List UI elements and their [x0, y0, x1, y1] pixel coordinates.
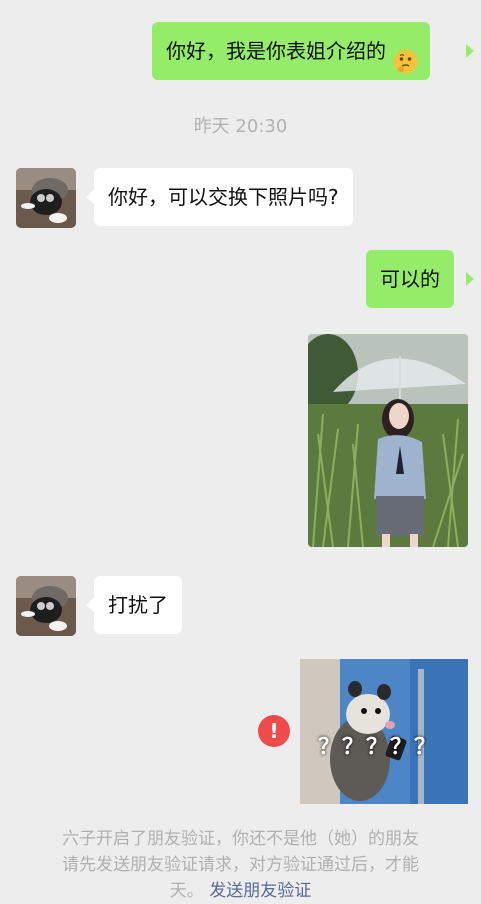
- friend-verification-notice: 六子开启了朋友验证，你还不是他（她）的朋友 请先发送朋友验证请求，对方验证通过后…: [0, 826, 481, 904]
- avatar[interactable]: [16, 576, 76, 636]
- bubble-tail: [466, 44, 474, 58]
- thinking-face-icon: [393, 38, 418, 74]
- message-text-disturb: 打扰了: [108, 593, 168, 617]
- timestamp: 昨天 20:30: [193, 116, 288, 137]
- avatar[interactable]: [16, 168, 76, 228]
- bubble-tail: [86, 190, 94, 204]
- notice-line-last: 天。 发送朋友验证: [0, 878, 481, 904]
- message-bubble-ask-photo[interactable]: 你好，可以交换下照片吗?: [94, 168, 353, 226]
- failed-send-mark: !: [269, 719, 279, 743]
- photo-message[interactable]: [308, 334, 468, 547]
- message-bubble-reply-ok[interactable]: 可以的: [366, 250, 454, 308]
- message-text-ask-photo: 你好，可以交换下照片吗?: [108, 185, 339, 209]
- notice-line: 请先发送朋友验证请求，对方验证通过后，才能: [62, 855, 419, 875]
- message-text-intro: 你好，我是你表姐介绍的: [166, 39, 386, 63]
- send-friend-request-link[interactable]: 发送朋友验证: [209, 881, 311, 901]
- notice-text: 天。: [169, 881, 204, 901]
- message-bubble-disturb[interactable]: 打扰了: [94, 576, 182, 634]
- sticker-caption: ？？？？？: [318, 735, 439, 760]
- notice-line: 六子开启了朋友验证，你还不是他（她）的朋友: [62, 829, 419, 849]
- message-text-reply-ok: 可以的: [380, 267, 440, 291]
- bubble-tail: [466, 272, 474, 286]
- bubble-tail: [86, 598, 94, 612]
- message-bubble-intro[interactable]: 你好，我是你表姐介绍的: [152, 22, 430, 80]
- failed-send-icon[interactable]: !: [258, 715, 290, 747]
- sticker-message[interactable]: ？？？？？: [300, 659, 468, 804]
